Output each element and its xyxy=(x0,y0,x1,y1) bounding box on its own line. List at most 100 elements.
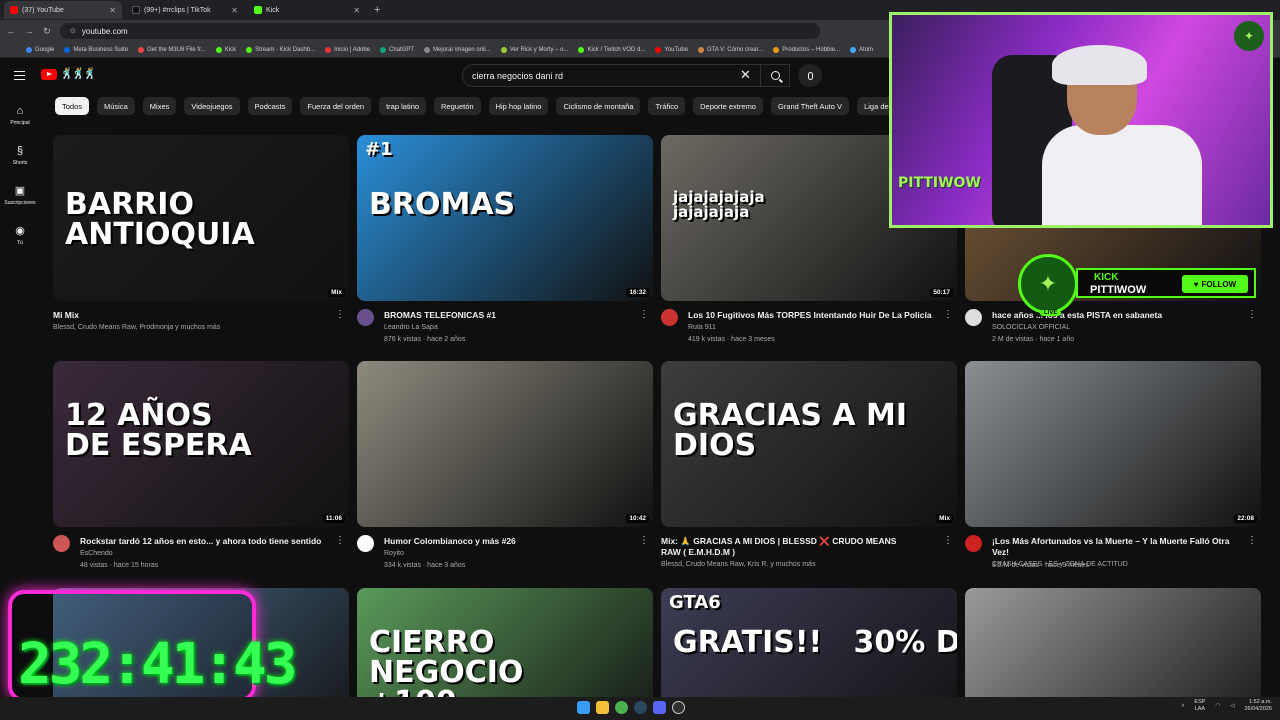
filter-chip[interactable]: Fuerza del orden xyxy=(300,97,372,115)
video-card[interactable]: #1 BROMAS 16:32 BROMAS TELEFONICAS #1 Leandr… xyxy=(357,135,653,349)
bookmark-item[interactable]: Kick / Twitch VOD d... xyxy=(578,46,645,53)
file-explorer-icon[interactable] xyxy=(596,701,609,714)
rail-item-shorts[interactable]: § Shorts xyxy=(0,136,40,176)
channel-name[interactable]: SOLOCICLAX OFFICIAL xyxy=(992,324,1070,331)
filter-chip[interactable]: Podcasts xyxy=(247,97,293,115)
language-indicator[interactable]: ESP LAA xyxy=(1194,699,1205,713)
bookmark-item[interactable]: Get the M3U8 File fr... xyxy=(138,46,206,53)
channel-avatar[interactable] xyxy=(661,309,678,326)
rail-item-tú[interactable]: ◉ Tú xyxy=(0,216,40,256)
bookmark-item[interactable]: Mejorar imagen onli... xyxy=(424,46,491,53)
channel-avatar[interactable] xyxy=(53,535,70,552)
filter-chip[interactable]: Tráfico xyxy=(648,97,686,115)
discord-icon[interactable] xyxy=(653,701,666,714)
new-tab-button[interactable]: + xyxy=(374,4,380,16)
channel-name[interactable]: Leandro La Sapa xyxy=(384,324,438,331)
tab-close-icon[interactable]: ✕ xyxy=(353,6,360,15)
more-options-icon[interactable]: ⋮ xyxy=(943,535,953,546)
filter-chip[interactable]: Grand Theft Auto V xyxy=(770,97,850,115)
youtube-logo-icon[interactable] xyxy=(41,69,57,80)
chrome-icon[interactable] xyxy=(615,701,628,714)
doodle-figures-icon[interactable]: 🕺🕺🕺 xyxy=(60,67,97,80)
rail-item-suscripciones[interactable]: ▣ Suscripciones xyxy=(0,176,40,216)
tab-tiktok[interactable]: (99+) #rrclips | TikTok ✕ xyxy=(126,1,244,19)
channel-avatar[interactable] xyxy=(965,535,982,552)
channel-name[interactable]: EsChendo xyxy=(80,550,113,557)
back-icon[interactable]: ← xyxy=(6,26,16,36)
more-options-icon[interactable]: ⋮ xyxy=(639,309,649,320)
video-title[interactable]: ¡Los Más Afortunados vs la Muerte – Y la… xyxy=(992,536,1247,558)
clock[interactable]: 1:52 a.m. 26/04/2026 xyxy=(1244,699,1272,713)
video-thumbnail[interactable]: GRACIAS A MI DIOS Mix xyxy=(661,361,957,527)
video-thumbnail[interactable]: 12 AÑOS DE ESPERA 11:06 xyxy=(53,361,349,527)
reload-icon[interactable]: ↻ xyxy=(42,26,52,37)
bookmark-item[interactable]: Google xyxy=(26,46,54,53)
channel-avatar[interactable] xyxy=(357,309,374,326)
channel-name[interactable]: Blessd, Crudo Means Raw, Prodmonja y muc… xyxy=(53,324,220,331)
filter-chip[interactable]: Liga de Ca xyxy=(857,97,890,115)
filter-chip[interactable]: Videojuegos xyxy=(184,97,240,115)
bookmark-item[interactable]: Atom xyxy=(850,46,873,53)
filter-chip[interactable]: Hip hop latino xyxy=(488,97,549,115)
video-card[interactable]: BARRIO ANTIOQUIA Mix Mi Mix Blessd, Crudo M… xyxy=(53,135,349,349)
video-thumbnail[interactable]: 10:42 xyxy=(357,361,653,527)
voice-search-button[interactable] xyxy=(798,64,822,87)
clear-search-icon[interactable]: ✕ xyxy=(740,67,751,83)
filter-chip[interactable]: Todos xyxy=(55,97,90,115)
video-card[interactable]: 10:42 Humor Colombianoco y más #26 Royito 3… xyxy=(357,361,653,575)
channel-name[interactable]: Royito xyxy=(384,550,404,557)
video-card[interactable]: GRACIAS A MI DIOS Mix Mix: 🙏 GRACIAS A MI … xyxy=(661,361,957,575)
filter-chip[interactable]: Música xyxy=(97,97,135,115)
more-options-icon[interactable]: ⋮ xyxy=(335,535,345,546)
video-title[interactable]: BROMAS TELEFONICAS #1 xyxy=(384,310,639,321)
more-options-icon[interactable]: ⋮ xyxy=(335,309,345,320)
tab-kick[interactable]: Kick ✕ xyxy=(248,1,366,19)
channel-name[interactable]: Blessd, Crudo Means Raw, Kris R. y mucho… xyxy=(661,561,815,568)
more-options-icon[interactable]: ⋮ xyxy=(1247,535,1257,546)
bookmark-item[interactable]: Ver Rick y Morty – o... xyxy=(500,46,568,53)
search-button[interactable] xyxy=(760,64,790,87)
obs-icon[interactable] xyxy=(672,701,685,714)
video-card[interactable]: 22:08 ¡Los Más Afortunados vs la Muerte –… xyxy=(965,361,1261,575)
bookmark-item[interactable]: Productos – Hobbie... xyxy=(773,46,840,53)
volume-icon[interactable]: ◁ xyxy=(1230,703,1234,709)
rail-item-principal[interactable]: ⌂ Principal xyxy=(0,96,40,136)
filter-chip[interactable]: Mixes xyxy=(142,97,177,115)
forward-icon[interactable]: → xyxy=(24,26,34,36)
bookmark-item[interactable]: Stream - Kick Dashb... xyxy=(246,46,315,53)
bookmark-item[interactable]: YouTube xyxy=(655,46,688,53)
channel-name[interactable]: Ruta 911 xyxy=(688,324,716,331)
video-thumbnail[interactable]: 22:08 xyxy=(965,361,1261,527)
site-info-icon[interactable]: ⊙ xyxy=(70,27,76,35)
steam-icon[interactable] xyxy=(634,701,647,714)
tray-chevron-icon[interactable]: ˄ xyxy=(1181,703,1184,709)
hamburger-menu-icon[interactable] xyxy=(14,71,25,80)
wifi-icon[interactable]: ◠ xyxy=(1215,703,1220,709)
video-title[interactable]: Humor Colombianoco y más #26 xyxy=(384,536,639,547)
more-options-icon[interactable]: ⋮ xyxy=(639,535,649,546)
filter-chip[interactable]: trap latino xyxy=(379,97,427,115)
video-title[interactable]: Mix: 🙏 GRACIAS A MI DIOS | BLESSD ❌ CRUD… xyxy=(661,536,916,558)
bookmark-item[interactable]: Inicio | Adobe xyxy=(325,46,370,53)
bookmark-item[interactable]: ChatGPT xyxy=(380,46,414,53)
windows-start-icon[interactable] xyxy=(577,701,590,714)
bookmark-item[interactable]: Kick xyxy=(215,46,236,53)
bookmark-item[interactable]: GTA V: Cómo crear... xyxy=(697,46,763,53)
video-title[interactable]: Rockstar tardó 12 años en esto... y ahor… xyxy=(80,536,335,547)
tab-close-icon[interactable]: ✕ xyxy=(231,6,238,15)
channel-avatar[interactable] xyxy=(965,309,982,326)
url-field[interactable]: ⊙ youtube.com xyxy=(60,23,820,39)
video-thumbnail[interactable]: #1 BROMAS 16:32 xyxy=(357,135,653,301)
video-card[interactable]: 12 AÑOS DE ESPERA 11:06 Rockstar tardó 12 … xyxy=(53,361,349,575)
filter-chip[interactable]: Deporte extremo xyxy=(693,97,763,115)
bookmark-item[interactable]: Meta Business Suite xyxy=(64,46,128,53)
filter-chip[interactable]: Ciclismo de montaña xyxy=(556,97,641,115)
video-thumbnail[interactable]: BARRIO ANTIOQUIA Mix xyxy=(53,135,349,301)
more-options-icon[interactable]: ⋮ xyxy=(943,309,953,320)
channel-avatar[interactable] xyxy=(357,535,374,552)
video-title[interactable]: Los 10 Fugitivos Más TORPES Intentando H… xyxy=(688,310,943,321)
video-title[interactable]: Mi Mix xyxy=(53,310,308,321)
tab-close-icon[interactable]: ✕ xyxy=(109,6,116,15)
filter-chip[interactable]: Reguetón xyxy=(434,97,481,115)
tab-youtube[interactable]: (37) YouTube ✕ xyxy=(4,1,122,19)
